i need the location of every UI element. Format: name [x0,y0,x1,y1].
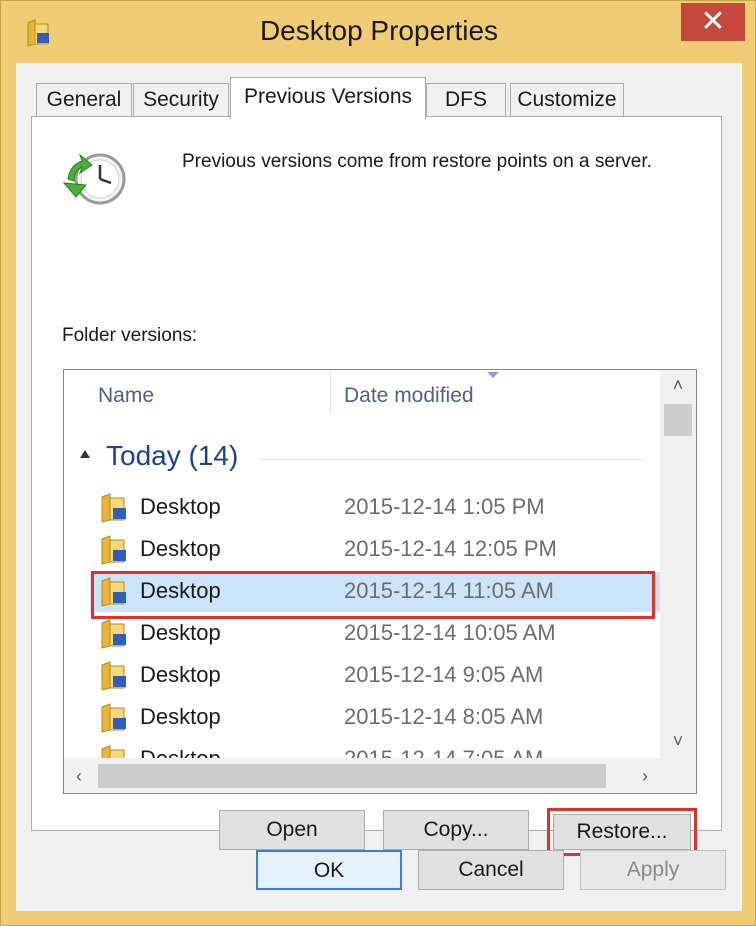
folder-desktop-icon [101,535,126,565]
row-name: Desktop [140,578,221,603]
row-date: 2015-12-14 10:05 AM [344,620,556,645]
copy-button[interactable]: Copy... [383,810,529,850]
horizontal-scroll-thumb[interactable] [98,764,606,788]
folder-versions-label: Folder versions: [62,325,198,346]
row-name: Desktop [140,662,221,687]
properties-window: Desktop Properties ✕ General Security Pr… [0,0,756,926]
ok-button[interactable]: OK [256,850,402,890]
scroll-right-icon[interactable]: › [630,758,660,793]
row-date: 2015-12-14 11:05 AM [344,578,554,603]
row-name: Desktop [140,536,221,561]
scroll-up-icon[interactable]: ˄ [660,370,696,400]
row-name: Desktop [140,704,221,729]
column-header-date-modified[interactable]: Date modified [344,384,474,408]
folder-desktop-icon [101,703,126,733]
vertical-scrollbar[interactable]: ˄ ˅ [660,370,696,758]
row-date: 2015-12-14 8:05 AM [344,704,544,729]
window-title: Desktop Properties [259,15,499,46]
version-row[interactable]: Desktop 2015-12-14 10:05 AM [90,614,660,654]
versions-list[interactable]: Name Date modified Today (14) Desktop 20… [63,369,697,794]
folder-desktop-icon [101,619,126,649]
scrollbar-corner [660,758,696,793]
version-row[interactable]: Desktop 2015-12-14 8:05 AM [90,698,660,738]
close-button[interactable]: ✕ [681,3,745,41]
close-icon: ✕ [700,5,726,38]
scroll-left-icon[interactable]: ‹ [64,758,94,793]
row-name: Desktop [140,494,221,519]
apply-button[interactable]: Apply [580,850,726,890]
tab-customize[interactable]: Customize [510,83,624,117]
tab-dfs[interactable]: DFS [426,83,506,117]
row-date: 2015-12-14 1:05 PM [344,494,545,519]
open-button[interactable]: Open [219,810,365,850]
row-name: Desktop [140,620,221,645]
version-row-selected[interactable]: Desktop 2015-12-14 11:05 AM [90,572,660,612]
horizontal-scrollbar[interactable]: ‹ › [64,758,696,793]
version-row[interactable]: Desktop 2015-12-14 12:05 PM [90,530,660,570]
column-separator[interactable] [330,372,331,414]
vertical-scroll-thumb[interactable] [664,404,692,436]
folder-desktop-icon [101,661,126,691]
folder-desktop-icon [101,577,126,607]
clock-restore-icon [62,153,126,205]
group-title-today[interactable]: Today (14) [106,440,238,472]
group-collapse-icon[interactable] [80,450,90,458]
row-date: 2015-12-14 9:05 AM [344,662,544,687]
version-row[interactable]: Desktop 2015-12-14 1:05 PM [90,488,660,528]
tab-general[interactable]: General [36,83,132,117]
folder-desktop-icon [101,493,126,523]
sort-descending-icon [487,372,499,378]
tab-security[interactable]: Security [133,83,229,117]
row-date: 2015-12-14 12:05 PM [344,536,557,561]
title-bar[interactable]: Desktop Properties ✕ [1,1,756,63]
dialog-client-area: General Security Previous Versions DFS C… [16,63,742,911]
restore-button[interactable]: Restore... [553,814,691,850]
cancel-button[interactable]: Cancel [418,850,564,890]
group-divider [260,459,646,460]
tab-previous-versions[interactable]: Previous Versions [230,77,426,119]
previous-versions-page: Previous versions come from restore poin… [31,116,722,856]
column-header-name[interactable]: Name [98,384,154,408]
scroll-down-icon[interactable]: ˅ [660,726,696,756]
info-text: Previous versions come from restore poin… [182,151,652,172]
version-row[interactable]: Desktop 2015-12-14 9:05 AM [90,656,660,696]
